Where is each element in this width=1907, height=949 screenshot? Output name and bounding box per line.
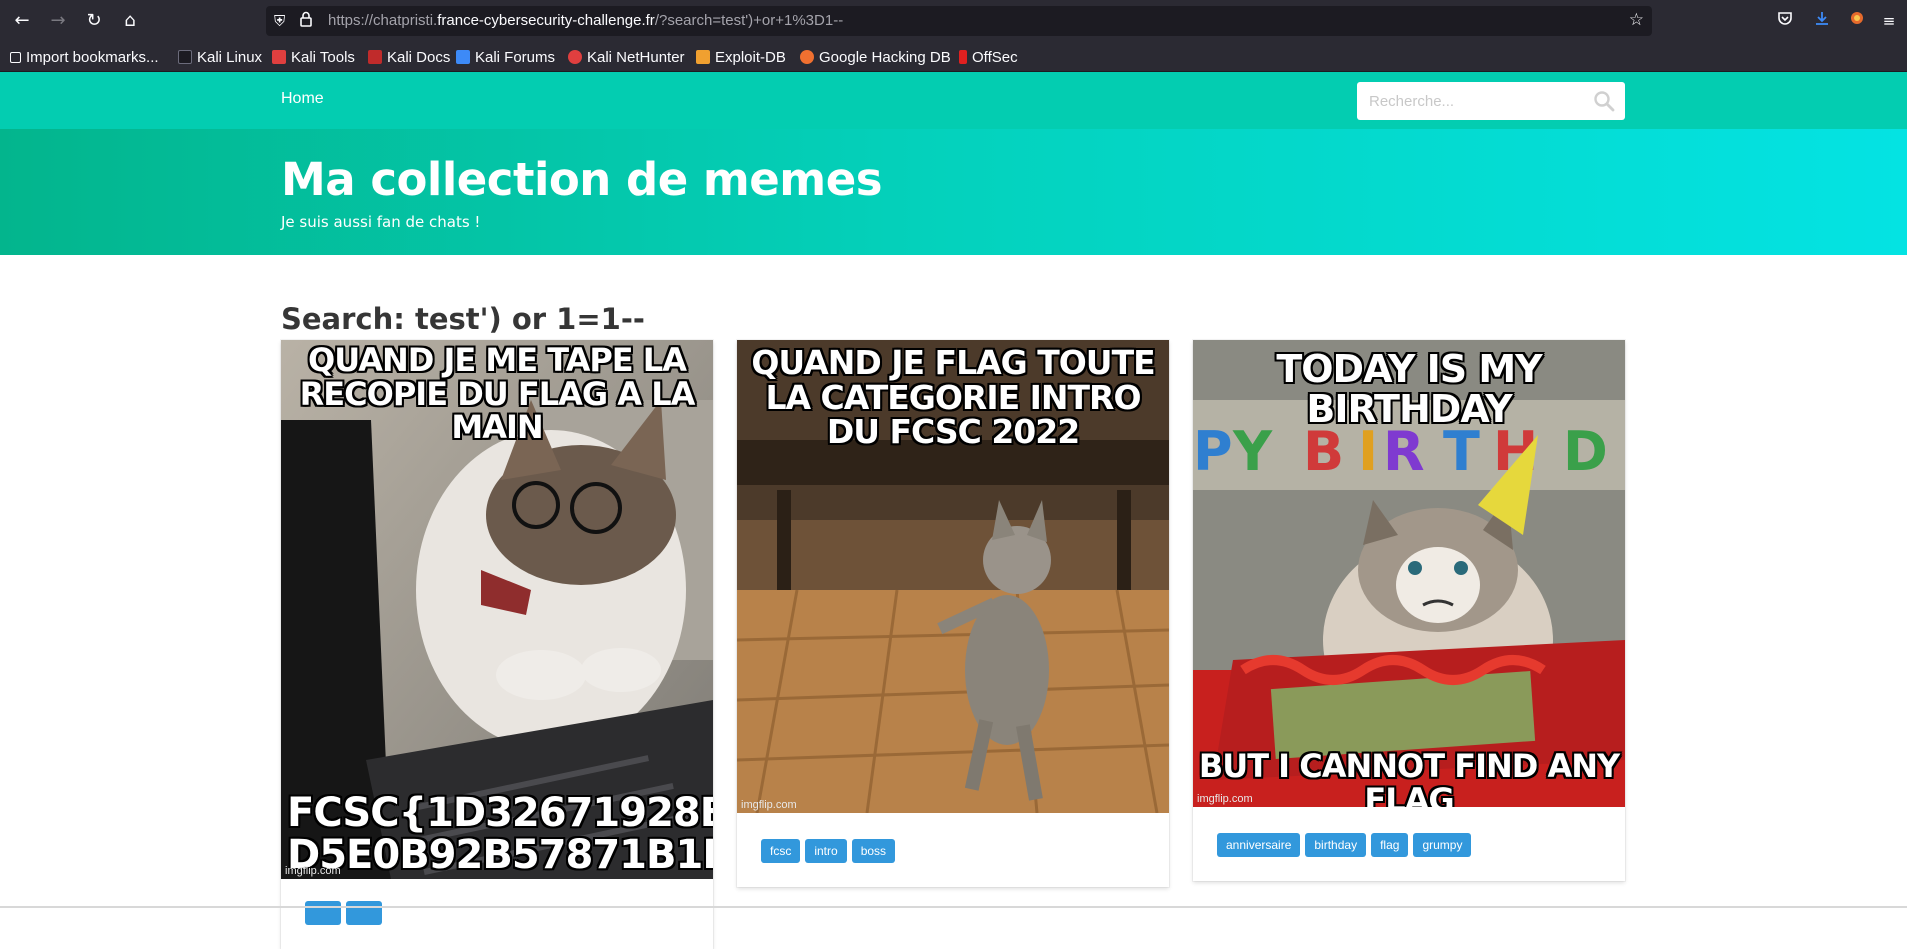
forward-icon[interactable]: → [46, 9, 70, 33]
bookmark-import[interactable]: Import bookmarks... [10, 48, 159, 66]
bookmark-label: Kali Docs [387, 48, 451, 66]
downloads-icon[interactable] [1811, 10, 1833, 32]
bookmark-label: Exploit-DB [715, 48, 786, 66]
bookmark-label: Kali Linux [197, 48, 263, 66]
bookmark-kali-tools[interactable]: Kali Tools [272, 48, 355, 66]
tag-list: fcsc intro boss [737, 813, 1169, 887]
site-navbar: Home [0, 72, 1907, 129]
search-icon[interactable] [1593, 90, 1615, 112]
tag-fcsc[interactable]: fcsc [761, 839, 801, 863]
bookmark-label: Kali NetHunter [587, 48, 685, 66]
meme-top-text: QUAND JE FLAG TOUTE LA CATEGORIE INTRO D… [751, 343, 1155, 452]
meme-watermark: imgflip.com [1197, 793, 1253, 805]
bookmark-label: Import bookmarks... [26, 48, 159, 66]
bookmark-google-hacking-db[interactable]: Google Hacking DB [800, 48, 951, 66]
exploit-db-icon [696, 50, 710, 64]
meme-card: QUAND JE FLAG TOUTE LA CATEGORIE INTRO D… [737, 340, 1169, 887]
extension-icon[interactable] [1846, 10, 1868, 32]
meme-watermark: imgflip.com [741, 799, 797, 811]
meme-watermark: imgflip.com [285, 865, 341, 877]
meme-bottom-text: BUT I CANNOT FIND ANY FLAG [1198, 747, 1620, 807]
kali-forums-icon [456, 50, 470, 64]
nethunter-icon [568, 50, 582, 64]
bookmark-label: Kali Forums [475, 48, 556, 66]
tag-list [281, 879, 713, 949]
search-results-heading: Search: test') or 1=1-- [281, 302, 645, 336]
url-text[interactable]: https://chatpristi.france-cybersecurity-… [328, 12, 843, 29]
bookmark-kali-forums[interactable]: Kali Forums [456, 48, 555, 66]
url-prefix: https://chatpristi. [328, 12, 438, 29]
back-icon[interactable]: ← [10, 9, 34, 33]
meme-card: QUAND JE ME TAPE LA RECOPIE DU FLAG A LA… [281, 340, 713, 949]
meme-image[interactable]: QUAND JE ME TAPE LA RECOPIE DU FLAG A LA… [281, 340, 713, 879]
menu-icon[interactable]: ≡ [1878, 10, 1900, 32]
tag-boss[interactable]: boss [851, 839, 896, 863]
meme-top-text: QUAND JE ME TAPE LA RECOPIE DU FLAG A LA… [299, 341, 696, 447]
shield-icon[interactable]: ⛨ [274, 11, 292, 31]
bookmark-label: OffSec [972, 48, 1018, 66]
tag-grumpy[interactable]: grumpy [1413, 833, 1472, 857]
tag-anniversaire[interactable]: anniversaire [1217, 833, 1301, 857]
kali-tools-icon [272, 50, 286, 64]
search-input[interactable] [1357, 82, 1587, 120]
tag[interactable] [346, 901, 382, 925]
bookmark-kali-docs[interactable]: Kali Docs [368, 48, 450, 66]
bookmark-exploit-db[interactable]: Exploit-DB [696, 48, 786, 66]
nav-home-link[interactable]: Home [281, 90, 324, 108]
bookmark-kali-nethunter[interactable]: Kali NetHunter [568, 48, 685, 66]
kali-docs-icon [368, 50, 382, 64]
meme-bottom-text: FCSC{1D32671928B0DF D5E0B92B57871B1D49} [287, 790, 713, 878]
kali-dragon-icon [178, 50, 192, 64]
bookmark-label: Kali Tools [291, 48, 355, 66]
bookmark-offsec[interactable]: OffSec [959, 48, 1018, 66]
offsec-icon [959, 50, 967, 64]
ghdb-icon [800, 50, 814, 64]
tag-flag[interactable]: flag [1371, 833, 1409, 857]
meme-top-text: TODAY IS MY BIRTHDAY [1276, 347, 1542, 431]
hero-banner: Ma collection de memes Je suis aussi fan… [0, 129, 1907, 255]
bookmark-kali-linux[interactable]: Kali Linux [178, 48, 262, 66]
browser-toolbar: ← → ↻ ⌂ ⛨ https://chatpristi.france-cybe… [0, 0, 1907, 42]
tag[interactable] [305, 901, 341, 925]
search-box [1357, 82, 1625, 120]
address-bar[interactable]: ⛨ https://chatpristi.france-cybersecurit… [266, 6, 1652, 36]
bookmarks-bar: Import bookmarks... Kali Linux Kali Tool… [0, 42, 1907, 72]
url-domain: france-cybersecurity-challenge.fr [437, 12, 655, 29]
meme-image[interactable]: P Y B I R T H D TODAY IS MY BIRTHDAY BUT… [1193, 340, 1625, 807]
page-subtitle: Je suis aussi fan de chats ! [281, 213, 481, 231]
reload-icon[interactable]: ↻ [82, 9, 106, 33]
bookmark-label: Google Hacking DB [819, 48, 951, 66]
meme-image[interactable]: QUAND JE FLAG TOUTE LA CATEGORIE INTRO D… [737, 340, 1169, 813]
meme-card: P Y B I R T H D TODAY IS MY BIRTHDAY BUT… [1193, 340, 1625, 881]
import-icon [10, 51, 21, 63]
tag-birthday[interactable]: birthday [1305, 833, 1367, 857]
bookmark-star-icon[interactable]: ☆ [1629, 10, 1644, 30]
tag-intro[interactable]: intro [805, 839, 847, 863]
page-title: Ma collection de memes [281, 153, 883, 206]
tag-list: anniversaire birthday flag grumpy [1193, 807, 1625, 881]
home-icon[interactable]: ⌂ [118, 9, 142, 33]
pocket-icon[interactable] [1774, 10, 1796, 32]
lock-icon[interactable] [300, 11, 316, 31]
url-path: /?search=test')+or+1%3D1-- [654, 12, 844, 29]
